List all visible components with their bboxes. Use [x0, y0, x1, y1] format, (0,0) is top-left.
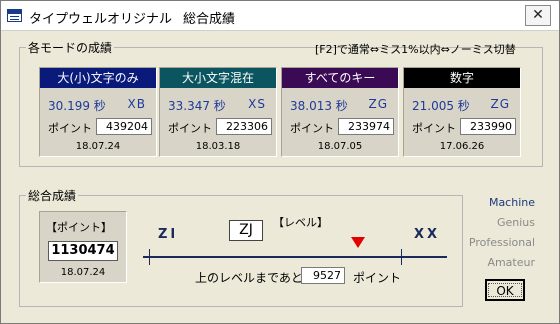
close-icon: ✕ [532, 7, 544, 23]
ok-button[interactable]: OK [485, 279, 525, 301]
mode-points: 439204 [96, 118, 152, 135]
mode-header: 大(小)文字のみ [40, 68, 156, 88]
mode-date: 18.03.18 [195, 141, 241, 152]
mode-rank: ZG [368, 97, 388, 111]
mode-points: 223306 [216, 118, 272, 135]
total-date: 18.07.24 [60, 267, 106, 278]
mode-header: すべてのキー [282, 68, 398, 88]
upper-level-label: XX [414, 227, 441, 242]
mode-date: 18.07.24 [75, 141, 121, 152]
mode-results-legend: 各モードの成績 [28, 41, 113, 55]
ok-button-label: OK [488, 283, 522, 298]
mode-date: 18.07.05 [317, 141, 363, 152]
mode-rank: ZG [490, 97, 510, 111]
mode-time: 21.005 秒 [412, 99, 470, 113]
next-level-prefix: 上のレベルまであと [195, 271, 303, 285]
points-label: ポイント [48, 122, 92, 135]
total-points-panel: 【ポイント】 1130474 18.07.24 [39, 211, 127, 283]
overall-results-legend: 総合成績 [28, 189, 77, 203]
mode-rank: XS [248, 97, 266, 111]
title-bar[interactable]: タイプウェルオリジナル 総合成績 ✕ [1, 1, 559, 31]
mode-date: 17.06.26 [439, 141, 485, 152]
points-label: ポイント [290, 122, 334, 135]
rank-category-genius: Genius [496, 216, 535, 229]
mode-time: 33.347 秒 [168, 99, 226, 113]
window-title: タイプウェルオリジナル [29, 12, 173, 27]
mode-time: 30.199 秒 [48, 99, 106, 113]
rank-category-machine: Machine [488, 196, 535, 209]
mode-card-lowercase: 大(小)文字のみ 30.199 秒 XB ポイント 439204 18.07.2… [39, 67, 157, 157]
mode-time: 38.013 秒 [290, 99, 348, 113]
level-progress-marker [351, 237, 366, 248]
current-level: ZJ [229, 220, 263, 241]
lower-level-label: ZI [158, 227, 179, 242]
close-button[interactable]: ✕ [525, 5, 551, 26]
mode-card-allkeys: すべてのキー 38.013 秒 ZG ポイント 233974 18.07.05 [281, 67, 399, 157]
mode-header: 数字 [404, 68, 520, 88]
mode-switch-hint: [F2]で通常⇔ミス1%以内⇔ノーミス切替 [315, 43, 516, 56]
mode-points: 233990 [460, 118, 516, 135]
mode-card-mixedcase: 大小文字混在 33.347 秒 XS ポイント 223306 18.03.18 [159, 67, 277, 157]
scale-start-tick [149, 249, 150, 265]
points-label: ポイント [412, 122, 456, 135]
total-points-value: 1130474 [48, 241, 118, 261]
scale-end-tick [401, 249, 402, 265]
mode-points: 233974 [338, 118, 394, 135]
mode-header: 大小文字混在 [160, 68, 276, 88]
results-window: タイプウェルオリジナル 総合成績 ✕ 各モードの成績 [F2]で通常⇔ミス1%以… [0, 0, 560, 324]
points-label: ポイント [168, 122, 212, 135]
next-level-points: 9527 [301, 267, 345, 284]
rank-category-amateur: Amateur [487, 256, 535, 269]
mode-card-numbers: 数字 21.005 秒 ZG ポイント 233990 17.06.26 [403, 67, 521, 157]
app-window-icon [7, 9, 22, 22]
level-caption: 【レベル】 [273, 216, 328, 229]
mode-rank: XB [127, 97, 146, 111]
window-subtitle: 総合成績 [183, 12, 236, 27]
rank-category-professional: Professional [468, 236, 535, 249]
total-points-label: 【ポイント】 [46, 221, 112, 234]
next-level-suffix: ポイント [353, 271, 402, 285]
